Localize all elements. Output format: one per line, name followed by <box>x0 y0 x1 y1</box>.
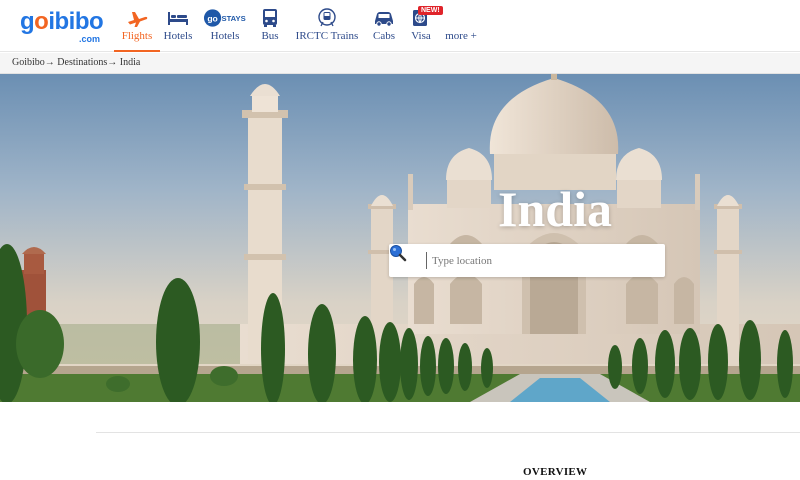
search-divider <box>426 252 427 269</box>
nav-label: Cabs <box>373 30 395 42</box>
breadcrumb[interactable]: Goibibo→ Destinations→ India <box>0 53 800 74</box>
nav-label: Flights <box>121 30 153 42</box>
overview-heading: OVERVIEW <box>523 466 588 478</box>
nav-cabs[interactable]: Cabs <box>366 0 402 52</box>
svg-text:STAYS: STAYS <box>221 14 245 23</box>
location-search-input[interactable] <box>432 250 652 271</box>
location-search-box[interactable] <box>389 244 665 277</box>
logo-domain: .com <box>78 34 100 44</box>
car-icon <box>375 12 393 27</box>
nav-label: Bus <box>261 30 279 42</box>
top-header: goibibo .com Flights Hotels go STAYS Hot… <box>0 0 800 52</box>
nav-hotels[interactable]: Hotels <box>158 0 198 52</box>
nav-label: more + <box>445 30 477 42</box>
nav-bus[interactable]: Bus <box>252 0 288 52</box>
content-divider <box>96 432 800 433</box>
logo-accent-letter: o <box>34 8 49 35</box>
svg-text:go: go <box>207 13 218 23</box>
destination-title: India <box>498 181 612 237</box>
visa-new-badge: NEW! <box>418 6 443 15</box>
airplane-icon <box>128 12 148 27</box>
search-icon[interactable] <box>389 244 407 262</box>
taj-mahal-illustration <box>0 74 800 402</box>
nav-label: IRCTC Trains <box>295 30 359 42</box>
bed-icon <box>168 12 188 25</box>
bus-icon <box>263 9 277 27</box>
train-icon <box>318 8 336 27</box>
nav-gostays[interactable]: go STAYS Hotels <box>202 0 248 52</box>
nav-more[interactable]: more + <box>442 0 480 52</box>
nav-irctc-trains[interactable]: IRCTC Trains <box>292 0 362 52</box>
nav-flights[interactable]: Flights <box>114 0 160 52</box>
nav-label: Visa <box>411 30 431 42</box>
goibibo-logo[interactable]: goibibo .com <box>20 8 104 44</box>
active-tab-indicator <box>114 50 160 52</box>
logo-wordmark: goibibo <box>20 8 104 35</box>
hero-banner: India <box>0 74 800 402</box>
nav-label: Hotels <box>210 30 240 42</box>
gostays-icon: go STAYS <box>203 9 246 27</box>
nav-label: Hotels <box>163 30 193 42</box>
